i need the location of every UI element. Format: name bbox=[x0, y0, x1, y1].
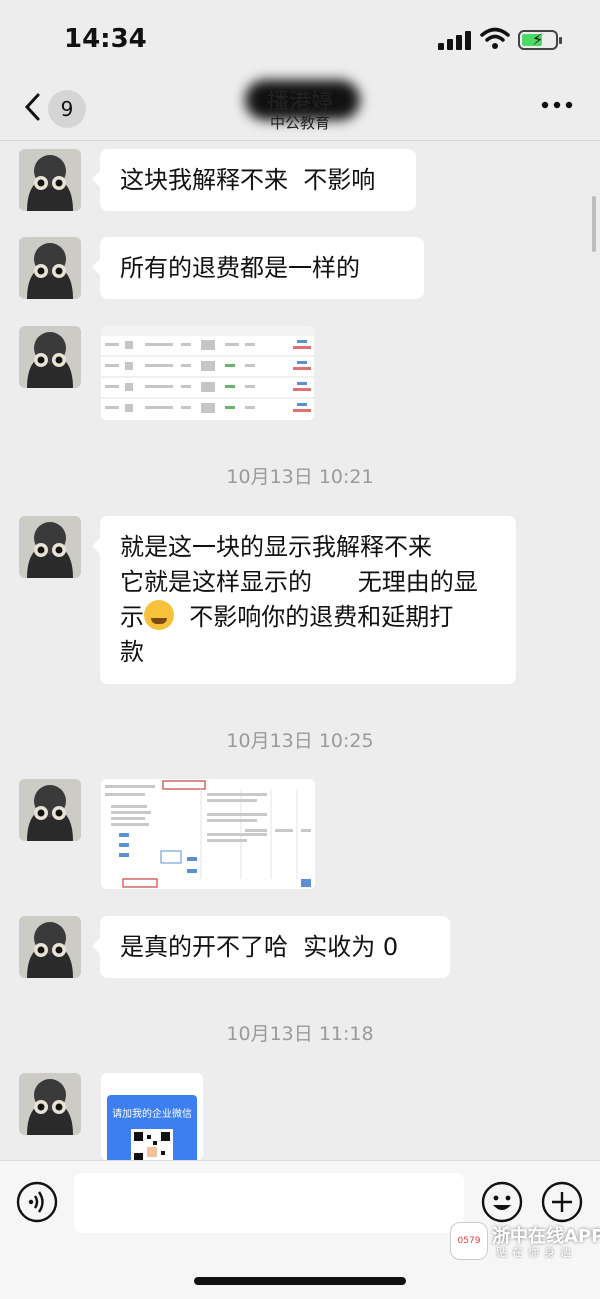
wifi-icon bbox=[480, 27, 510, 49]
message-bubble[interactable]: 这块我解释不来 不影响 bbox=[92, 149, 416, 211]
app-watermark: 0579 浙中在线APP 贴在你身边 bbox=[450, 1222, 600, 1266]
message-line: 它就是这样显示的 无理由的显 bbox=[120, 568, 478, 596]
timestamp: 10月13日 10:25 bbox=[226, 730, 374, 752]
message-bubble[interactable]: 就是这一块的显示我解释不来 它就是这样显示的 无理由的显 示 不影响你的退费和延… bbox=[92, 516, 516, 684]
avatar[interactable] bbox=[19, 916, 81, 978]
refund-table-screenshot-image[interactable] bbox=[101, 326, 314, 420]
avatar[interactable] bbox=[19, 326, 81, 388]
wechat-contact-card-image[interactable]: 请加我的企业微信 bbox=[101, 1073, 203, 1160]
watermark-logo: 0579 bbox=[450, 1222, 488, 1260]
order-detail-screenshot-image[interactable] bbox=[101, 779, 315, 889]
card-title: 请加我的企业微信 bbox=[112, 1109, 192, 1120]
message-line: 就是这一块的显示我解释不来 bbox=[120, 533, 432, 561]
card-blue-panel: 请加我的企业微信 bbox=[107, 1095, 197, 1160]
avatar[interactable] bbox=[19, 237, 81, 299]
status-bar: 14:34 ⚡ bbox=[0, 0, 600, 80]
contact-company: 中公教育 bbox=[269, 114, 330, 132]
avatar[interactable] bbox=[19, 1073, 81, 1135]
cellular-signal-icon bbox=[438, 30, 472, 50]
message-input[interactable] bbox=[74, 1173, 464, 1233]
avatar[interactable] bbox=[19, 779, 81, 841]
qr-code-icon bbox=[131, 1129, 173, 1160]
home-indicator[interactable] bbox=[194, 1277, 406, 1285]
timestamp: 10月13日 10:21 bbox=[226, 466, 374, 488]
more-options-icon[interactable] bbox=[540, 100, 574, 110]
voice-input-icon[interactable] bbox=[16, 1181, 58, 1223]
avatar[interactable] bbox=[19, 149, 81, 211]
message-bubble[interactable]: 是真的开不了哈 实收为 0 bbox=[92, 916, 450, 978]
message-bubble[interactable]: 所有的退费都是一样的 bbox=[92, 237, 424, 299]
timestamp: 10月13日 11:18 bbox=[226, 1023, 374, 1045]
scrollbar[interactable] bbox=[592, 196, 596, 252]
add-attachment-icon[interactable] bbox=[541, 1181, 583, 1223]
message-text: 示 bbox=[120, 603, 144, 631]
message-text: 不影响你的退费和延期打 bbox=[174, 603, 454, 631]
watermark-subtitle: 贴在你身边 bbox=[496, 1246, 576, 1259]
emoji-picker-icon[interactable] bbox=[481, 1181, 523, 1223]
battery-icon: ⚡ bbox=[518, 30, 562, 50]
status-time: 14:34 bbox=[64, 24, 147, 54]
laughing-crying-emoji-icon bbox=[144, 600, 174, 630]
avatar[interactable] bbox=[19, 516, 81, 578]
chat-header: 9 播港婷 中公教育 bbox=[0, 80, 600, 141]
message-line: 示 不影响你的退费和延期打 bbox=[120, 600, 496, 635]
message-line: 款 bbox=[120, 638, 144, 666]
